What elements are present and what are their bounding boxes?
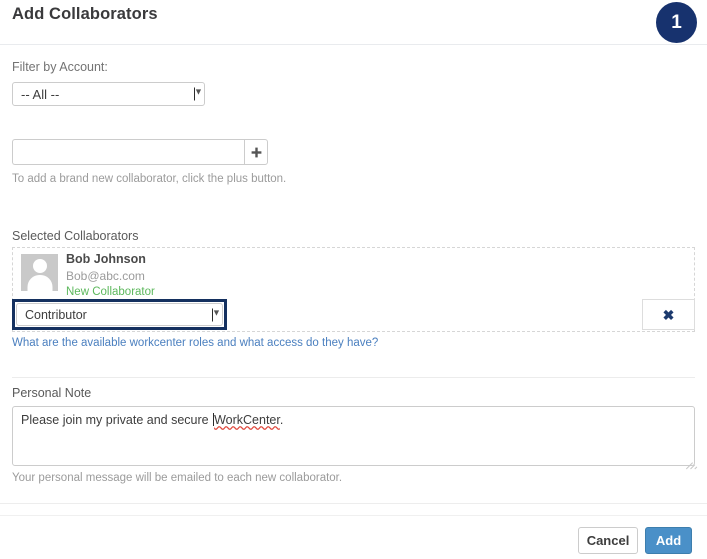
header-divider bbox=[0, 44, 707, 45]
new-collaborator-input-group bbox=[12, 139, 268, 165]
cancel-button[interactable]: Cancel bbox=[578, 527, 638, 554]
filter-by-account-label: Filter by Account: bbox=[12, 60, 108, 74]
new-collaborator-help-text: To add a brand new collaborator, click t… bbox=[12, 173, 287, 185]
close-icon: ✖ bbox=[662, 306, 675, 323]
collaborator-role-select[interactable]: Contributor ▼ bbox=[16, 303, 223, 326]
collaborator-role-value: Contributor bbox=[25, 307, 87, 322]
add-button[interactable]: Add bbox=[645, 527, 692, 554]
personal-note-divider bbox=[12, 377, 695, 378]
plus-icon bbox=[251, 147, 262, 158]
filter-by-account-select[interactable]: -- All -- ▼ bbox=[12, 82, 205, 106]
footer-divider-bottom bbox=[0, 515, 707, 516]
add-new-collaborator-button[interactable] bbox=[244, 139, 268, 165]
personal-note-label: Personal Note bbox=[12, 386, 92, 400]
user-avatar-placeholder-icon bbox=[21, 254, 58, 291]
list-item: Bob Johnson Bob@abc.com New Collaborator bbox=[13, 248, 694, 300]
dialog-header: Add Collaborators 1 bbox=[0, 0, 707, 44]
collaborator-name: Bob Johnson bbox=[66, 252, 146, 266]
step-badge: 1 bbox=[656, 2, 697, 43]
collaborator-email: Bob@abc.com bbox=[66, 269, 145, 283]
chevron-down-icon: ▼ bbox=[212, 308, 221, 321]
add-collaborators-dialog: Add Collaborators 1 Filter by Account: -… bbox=[0, 0, 707, 559]
filter-by-account-value: -- All -- bbox=[21, 86, 60, 102]
workcenter-roles-link[interactable]: What are the available workcenter roles … bbox=[12, 337, 378, 349]
selected-collaborators-container: Bob Johnson Bob@abc.com New Collaborator… bbox=[12, 247, 695, 332]
new-collaborator-input[interactable] bbox=[12, 139, 244, 165]
selected-collaborators-label: Selected Collaborators bbox=[12, 229, 139, 243]
collaborator-status-badge: New Collaborator bbox=[66, 286, 155, 298]
personal-note-help-text: Your personal message will be emailed to… bbox=[12, 472, 343, 484]
page-title: Add Collaborators bbox=[12, 5, 158, 23]
footer-divider-top bbox=[0, 503, 707, 504]
personal-note-textarea[interactable] bbox=[12, 406, 695, 466]
personal-note-field-wrap: Please join my private and secure WorkCe… bbox=[12, 406, 698, 470]
remove-collaborator-button[interactable]: ✖ bbox=[642, 299, 695, 330]
chevron-down-icon: ▼ bbox=[194, 87, 203, 101]
